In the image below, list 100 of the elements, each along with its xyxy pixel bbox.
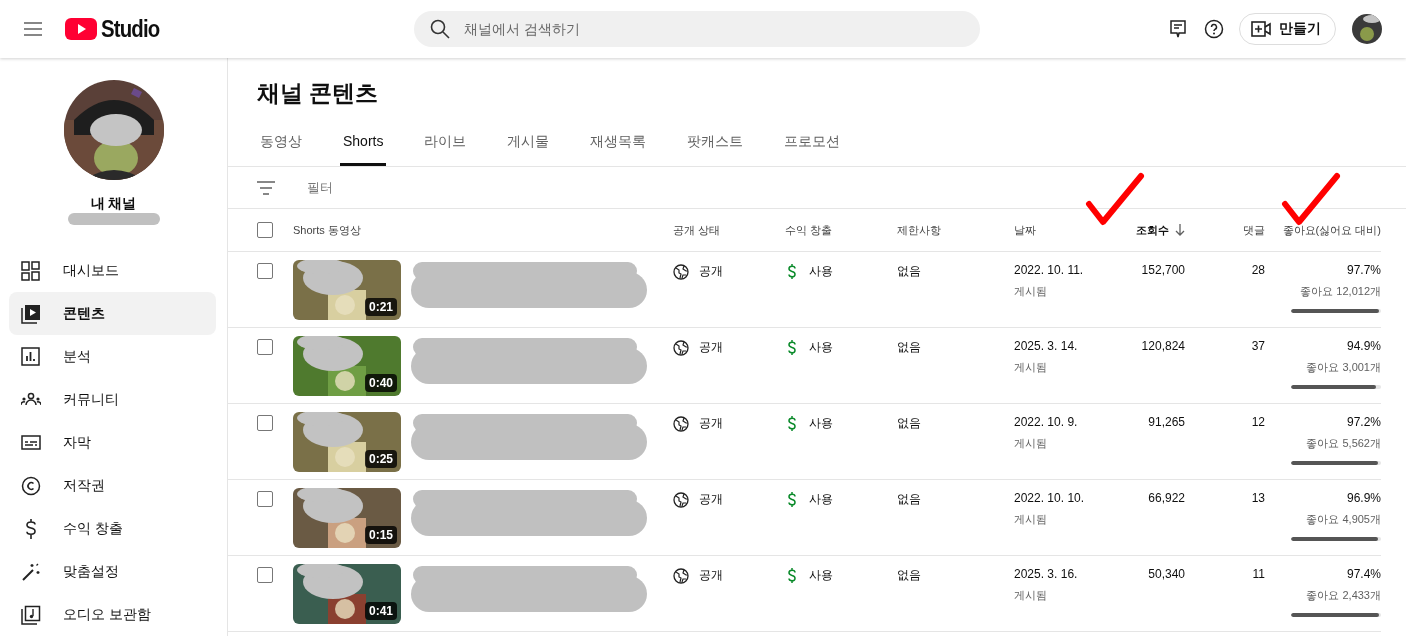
sidebar-item[interactable]: 분석 xyxy=(9,335,216,378)
status-text: 게시됨 xyxy=(1014,360,1048,375)
column-header[interactable]: 수익 창출 xyxy=(785,222,833,238)
like-ratio: 96.9% xyxy=(1346,491,1381,505)
like-ratio: 97.2% xyxy=(1346,415,1381,429)
status-text: 게시됨 xyxy=(1014,588,1048,603)
checkbox[interactable] xyxy=(257,567,273,583)
copyright-icon xyxy=(21,475,41,496)
dashboard-icon xyxy=(21,260,41,281)
feedback-icon[interactable] xyxy=(1170,20,1186,38)
tab[interactable]: 동영상 xyxy=(257,123,305,166)
logo-text: Studio xyxy=(101,15,160,43)
column-header[interactable]: 댓글 xyxy=(1243,222,1265,238)
date-text: 2025. 3. 14. xyxy=(1014,339,1079,353)
duration-badge: 0:25 xyxy=(364,450,397,468)
duration-badge: 0:15 xyxy=(364,526,397,544)
duration-badge: 0:21 xyxy=(364,298,397,316)
checkbox[interactable] xyxy=(257,415,273,431)
table-cell: 13 xyxy=(1251,491,1265,505)
column-header[interactable]: 좋아요(싫어요 대비) xyxy=(1282,222,1381,238)
date-text: 2025. 3. 16. xyxy=(1014,567,1079,581)
monetization-text: 사용 xyxy=(809,415,833,432)
date-text: 2022. 10. 10. xyxy=(1014,491,1086,505)
bar-chart-icon xyxy=(21,346,41,367)
status-text: 게시됨 xyxy=(1014,284,1048,299)
table-cell: 66,922 xyxy=(1148,491,1185,505)
table-cell: 28 xyxy=(1251,263,1265,277)
globe-icon xyxy=(673,263,689,280)
column-header[interactable]: 제한사항 xyxy=(897,222,941,238)
play-logo-icon xyxy=(65,18,97,40)
globe-icon xyxy=(673,491,689,508)
like-ratio: 97.4% xyxy=(1346,567,1381,581)
menu-icon[interactable] xyxy=(24,22,42,36)
sidebar-item[interactable]: 콘텐츠 xyxy=(9,292,216,335)
like-count: 좋아요 4,905개 xyxy=(1306,512,1381,527)
tab[interactable]: Shorts xyxy=(340,123,387,166)
like-count: 좋아요 12,012개 xyxy=(1300,284,1381,299)
sidebar-item[interactable]: 자막 xyxy=(9,421,216,464)
search-field[interactable]: 채널에서 검색하기 xyxy=(413,11,980,47)
tab[interactable]: 재생목록 xyxy=(587,123,650,166)
checkbox[interactable] xyxy=(257,491,273,507)
like-count: 좋아요 5,562개 xyxy=(1306,436,1381,451)
monetization-text: 사용 xyxy=(809,339,833,356)
tab[interactable]: 라이브 xyxy=(421,123,470,166)
table-cell: 없음 xyxy=(897,340,921,354)
globe-icon xyxy=(673,567,689,584)
sidebar-item[interactable]: 커뮤니티 xyxy=(9,378,216,421)
duration-badge: 0:40 xyxy=(364,374,397,392)
table-cell: 없음 xyxy=(897,416,921,430)
checkbox[interactable] xyxy=(257,222,273,238)
checkbox[interactable] xyxy=(257,339,273,355)
like-count: 좋아요 3,001개 xyxy=(1306,360,1381,375)
sidebar-item[interactable]: 맞춤설정 xyxy=(9,550,216,593)
tab[interactable]: 팟캐스트 xyxy=(684,123,747,166)
visibility-text: 공개 xyxy=(699,567,723,584)
create-button[interactable]: 만들기 xyxy=(1239,13,1336,45)
magic-wand-icon xyxy=(21,561,41,582)
duration-badge: 0:41 xyxy=(364,602,397,620)
sidebar-item[interactable]: 대시보드 xyxy=(9,249,216,292)
table-cell: 없음 xyxy=(897,264,921,278)
account-avatar[interactable] xyxy=(1352,14,1382,44)
dollar-icon xyxy=(785,567,799,584)
monetization-text: 사용 xyxy=(809,567,833,584)
column-header[interactable]: 조회수 xyxy=(1136,222,1169,238)
monetization-text: 사용 xyxy=(809,491,833,508)
globe-icon xyxy=(673,415,689,432)
table-cell: 없음 xyxy=(897,492,921,506)
tab[interactable]: 게시물 xyxy=(504,123,553,166)
help-icon[interactable] xyxy=(1204,19,1224,39)
dollar-icon xyxy=(785,339,799,356)
table-cell: 50,340 xyxy=(1148,567,1185,581)
table-cell: 11 xyxy=(1252,567,1265,581)
status-text: 게시됨 xyxy=(1014,436,1048,451)
tab[interactable]: 프로모션 xyxy=(781,123,844,166)
column-header[interactable]: 날짜 xyxy=(1014,222,1036,238)
dollar-icon xyxy=(785,491,799,508)
subtitles-icon xyxy=(21,432,41,453)
table-cell: 없음 xyxy=(897,568,921,582)
video-add-icon xyxy=(1251,21,1271,37)
status-text: 게시됨 xyxy=(1014,512,1048,527)
video-play-icon xyxy=(21,303,41,324)
search-icon xyxy=(429,19,450,39)
page-title: 채널 콘텐츠 xyxy=(257,79,380,108)
column-header[interactable]: Shorts 동영상 xyxy=(293,222,361,238)
table-cell: 152,700 xyxy=(1141,263,1185,277)
globe-icon xyxy=(673,339,689,356)
table-cell: 91,265 xyxy=(1148,415,1185,429)
dollar-icon xyxy=(785,415,799,432)
column-header[interactable]: 공개 상태 xyxy=(673,222,721,238)
table-cell: 37 xyxy=(1251,339,1265,353)
checkbox[interactable] xyxy=(257,263,273,279)
sidebar-item[interactable]: 저작권 xyxy=(9,464,216,507)
monetization-text: 사용 xyxy=(809,263,833,280)
visibility-text: 공개 xyxy=(699,415,723,432)
visibility-text: 공개 xyxy=(699,339,723,356)
like-ratio: 97.7% xyxy=(1346,263,1381,277)
like-count: 좋아요 2,433개 xyxy=(1306,588,1381,603)
filter-icon[interactable] xyxy=(257,180,275,195)
sidebar-item[interactable]: 오디오 보관함 xyxy=(9,593,216,636)
sidebar-item[interactable]: 수익 창출 xyxy=(9,507,216,550)
